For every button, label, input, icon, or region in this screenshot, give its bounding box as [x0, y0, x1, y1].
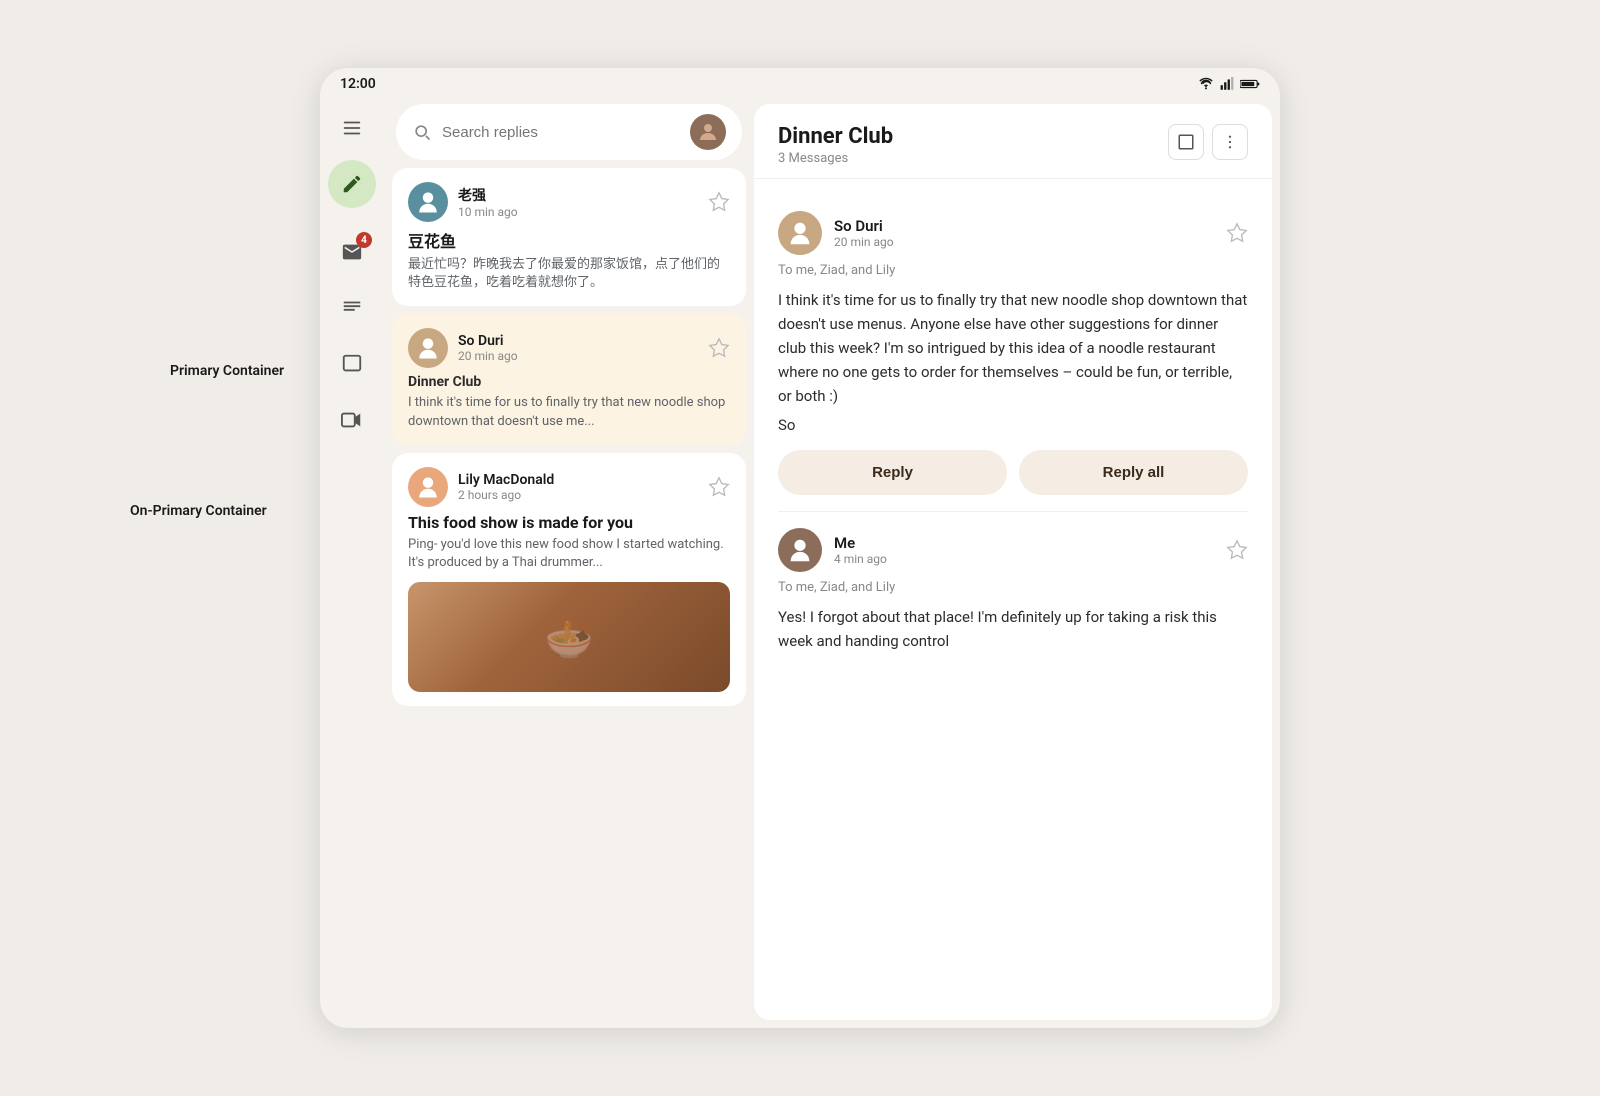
sidebar-notes-icon[interactable] [328, 284, 376, 332]
reply-all-button[interactable]: Reply all [1019, 450, 1248, 495]
chat-icon [341, 353, 363, 375]
compose-button[interactable] [328, 160, 376, 208]
email-card-1-sender: 老强 [458, 185, 698, 205]
email-detail-panel: Dinner Club 3 Messages [754, 104, 1272, 1020]
email-card-1[interactable]: 老强 10 min ago 豆花鱼 最近忙吗？昨晚我去了你最爱的那家饭馆，点了他… [392, 168, 746, 306]
video-icon [341, 409, 363, 431]
email-card-2-subject: Dinner Club [408, 374, 730, 390]
mail-badge: 4 [356, 232, 372, 248]
message-1: So Duri 20 min ago To me, Ziad, and Lily… [778, 195, 1248, 512]
email-card-3-time: 2 hours ago [458, 488, 698, 502]
email-card-2[interactable]: So Duri 20 min ago Dinner Club I think i… [392, 314, 746, 444]
message-2-time: 4 min ago [834, 552, 1214, 566]
more-options-icon [1221, 133, 1239, 151]
search-icon [412, 122, 432, 142]
email-card-1-time: 10 min ago [458, 205, 698, 219]
message-2-body: Yes! I forgot about that place! I'm defi… [778, 605, 1248, 653]
email-card-2-preview: I think it's time for us to finally try … [408, 394, 730, 430]
compose-icon [341, 173, 363, 195]
message-1-signature: So [778, 416, 1248, 434]
main-content: 4 [320, 96, 1280, 1028]
detail-messages: So Duri 20 min ago To me, Ziad, and Lily… [754, 179, 1272, 1020]
email-card-3-subject: This food show is made for you [408, 513, 730, 532]
avatar-lily [408, 467, 448, 507]
message-1-body: I think it's time for us to finally try … [778, 288, 1248, 408]
status-icons [1198, 77, 1260, 91]
star-detail-2[interactable] [1226, 539, 1248, 561]
email-card-3-preview: Ping- you'd love this new food show I st… [408, 536, 730, 572]
popout-icon [1177, 133, 1195, 151]
email-card-2-sender: So Duri [458, 333, 698, 349]
email-card-1-preview: 最近忙吗？昨晚我去了你最爱的那家饭馆，点了他们的特色豆花鱼，吃着吃着就想你了。 [408, 256, 730, 292]
message-1-to: To me, Ziad, and Lily [778, 263, 1248, 278]
battery-icon [1240, 77, 1260, 91]
reply-button[interactable]: Reply [778, 450, 1007, 495]
detail-header: Dinner Club 3 Messages [754, 104, 1272, 179]
status-bar: 12:00 [320, 68, 1280, 96]
star-icon-3[interactable] [708, 476, 730, 498]
avatar-person-icon-1 [414, 188, 442, 216]
hamburger-icon [341, 117, 363, 139]
reply-actions: Reply Reply all [778, 450, 1248, 495]
message-1-time: 20 min ago [834, 235, 1214, 249]
sidebar: 4 [320, 96, 384, 1028]
avatar-laochang [408, 182, 448, 222]
avatar-me-icon [785, 535, 815, 565]
email-card-2-header: So Duri 20 min ago [408, 328, 730, 368]
popout-button[interactable] [1168, 124, 1204, 160]
avatar-soduri-list [408, 328, 448, 368]
status-time: 12:00 [340, 76, 376, 92]
avatar-person-icon [696, 120, 720, 144]
avatar-person-icon-2 [414, 334, 442, 362]
message-1-sender: So Duri [834, 217, 1214, 235]
avatar-soduri-icon [785, 218, 815, 248]
food-image: 🍜 [408, 582, 730, 692]
primary-container-label: Primary Container [170, 360, 284, 379]
on-primary-container-label: On-Primary Container [130, 500, 267, 519]
sidebar-menu-icon[interactable] [328, 104, 376, 152]
star-detail-1[interactable] [1226, 222, 1248, 244]
user-avatar [690, 114, 726, 150]
message-2-sender: Me [834, 534, 1214, 552]
email-list-panel: 老强 10 min ago 豆花鱼 最近忙吗？昨晚我去了你最爱的那家饭馆，点了他… [384, 96, 754, 1028]
detail-title: Dinner Club [778, 124, 893, 149]
sidebar-mail-icon[interactable]: 4 [328, 228, 376, 276]
email-card-1-subject: 豆花鱼 [408, 228, 730, 252]
message-2: Me 4 min ago To me, Ziad, and Lily Yes! … [778, 512, 1248, 669]
message-2-meta: Me 4 min ago [834, 534, 1214, 566]
avatar-me-detail [778, 528, 822, 572]
email-card-3-header: Lily MacDonald 2 hours ago [408, 467, 730, 507]
avatar-soduri-detail [778, 211, 822, 255]
detail-title-block: Dinner Club 3 Messages [778, 124, 893, 166]
more-options-button[interactable] [1212, 124, 1248, 160]
star-icon-1[interactable] [708, 191, 730, 213]
message-1-meta: So Duri 20 min ago [834, 217, 1214, 249]
email-card-3[interactable]: Lily MacDonald 2 hours ago This food sho… [392, 453, 746, 706]
email-card-2-time: 20 min ago [458, 349, 698, 363]
message-2-to: To me, Ziad, and Lily [778, 580, 1248, 595]
email-card-1-header: 老强 10 min ago [408, 182, 730, 222]
signal-icon [1220, 77, 1234, 91]
detail-actions [1168, 124, 1248, 160]
food-image-inner: 🍜 [408, 582, 730, 692]
avatar-person-icon-3 [414, 473, 442, 501]
message-2-header: Me 4 min ago [778, 528, 1248, 572]
sidebar-chat-icon[interactable] [328, 340, 376, 388]
sidebar-video-icon[interactable] [328, 396, 376, 444]
email-card-3-sender: Lily MacDonald [458, 472, 698, 488]
message-1-header: So Duri 20 min ago [778, 211, 1248, 255]
email-list: 老强 10 min ago 豆花鱼 最近忙吗？昨晚我去了你最爱的那家饭馆，点了他… [384, 168, 754, 1028]
detail-subtitle: 3 Messages [778, 151, 893, 166]
notes-icon [341, 297, 363, 319]
star-icon-2[interactable] [708, 337, 730, 359]
search-input[interactable] [442, 124, 680, 141]
email-card-2-meta: So Duri 20 min ago [458, 333, 698, 363]
wifi-icon [1198, 77, 1214, 91]
email-card-1-meta: 老强 10 min ago [458, 185, 698, 219]
search-bar [396, 104, 742, 160]
email-card-3-meta: Lily MacDonald 2 hours ago [458, 472, 698, 502]
phone-frame: 12:00 [320, 68, 1280, 1028]
